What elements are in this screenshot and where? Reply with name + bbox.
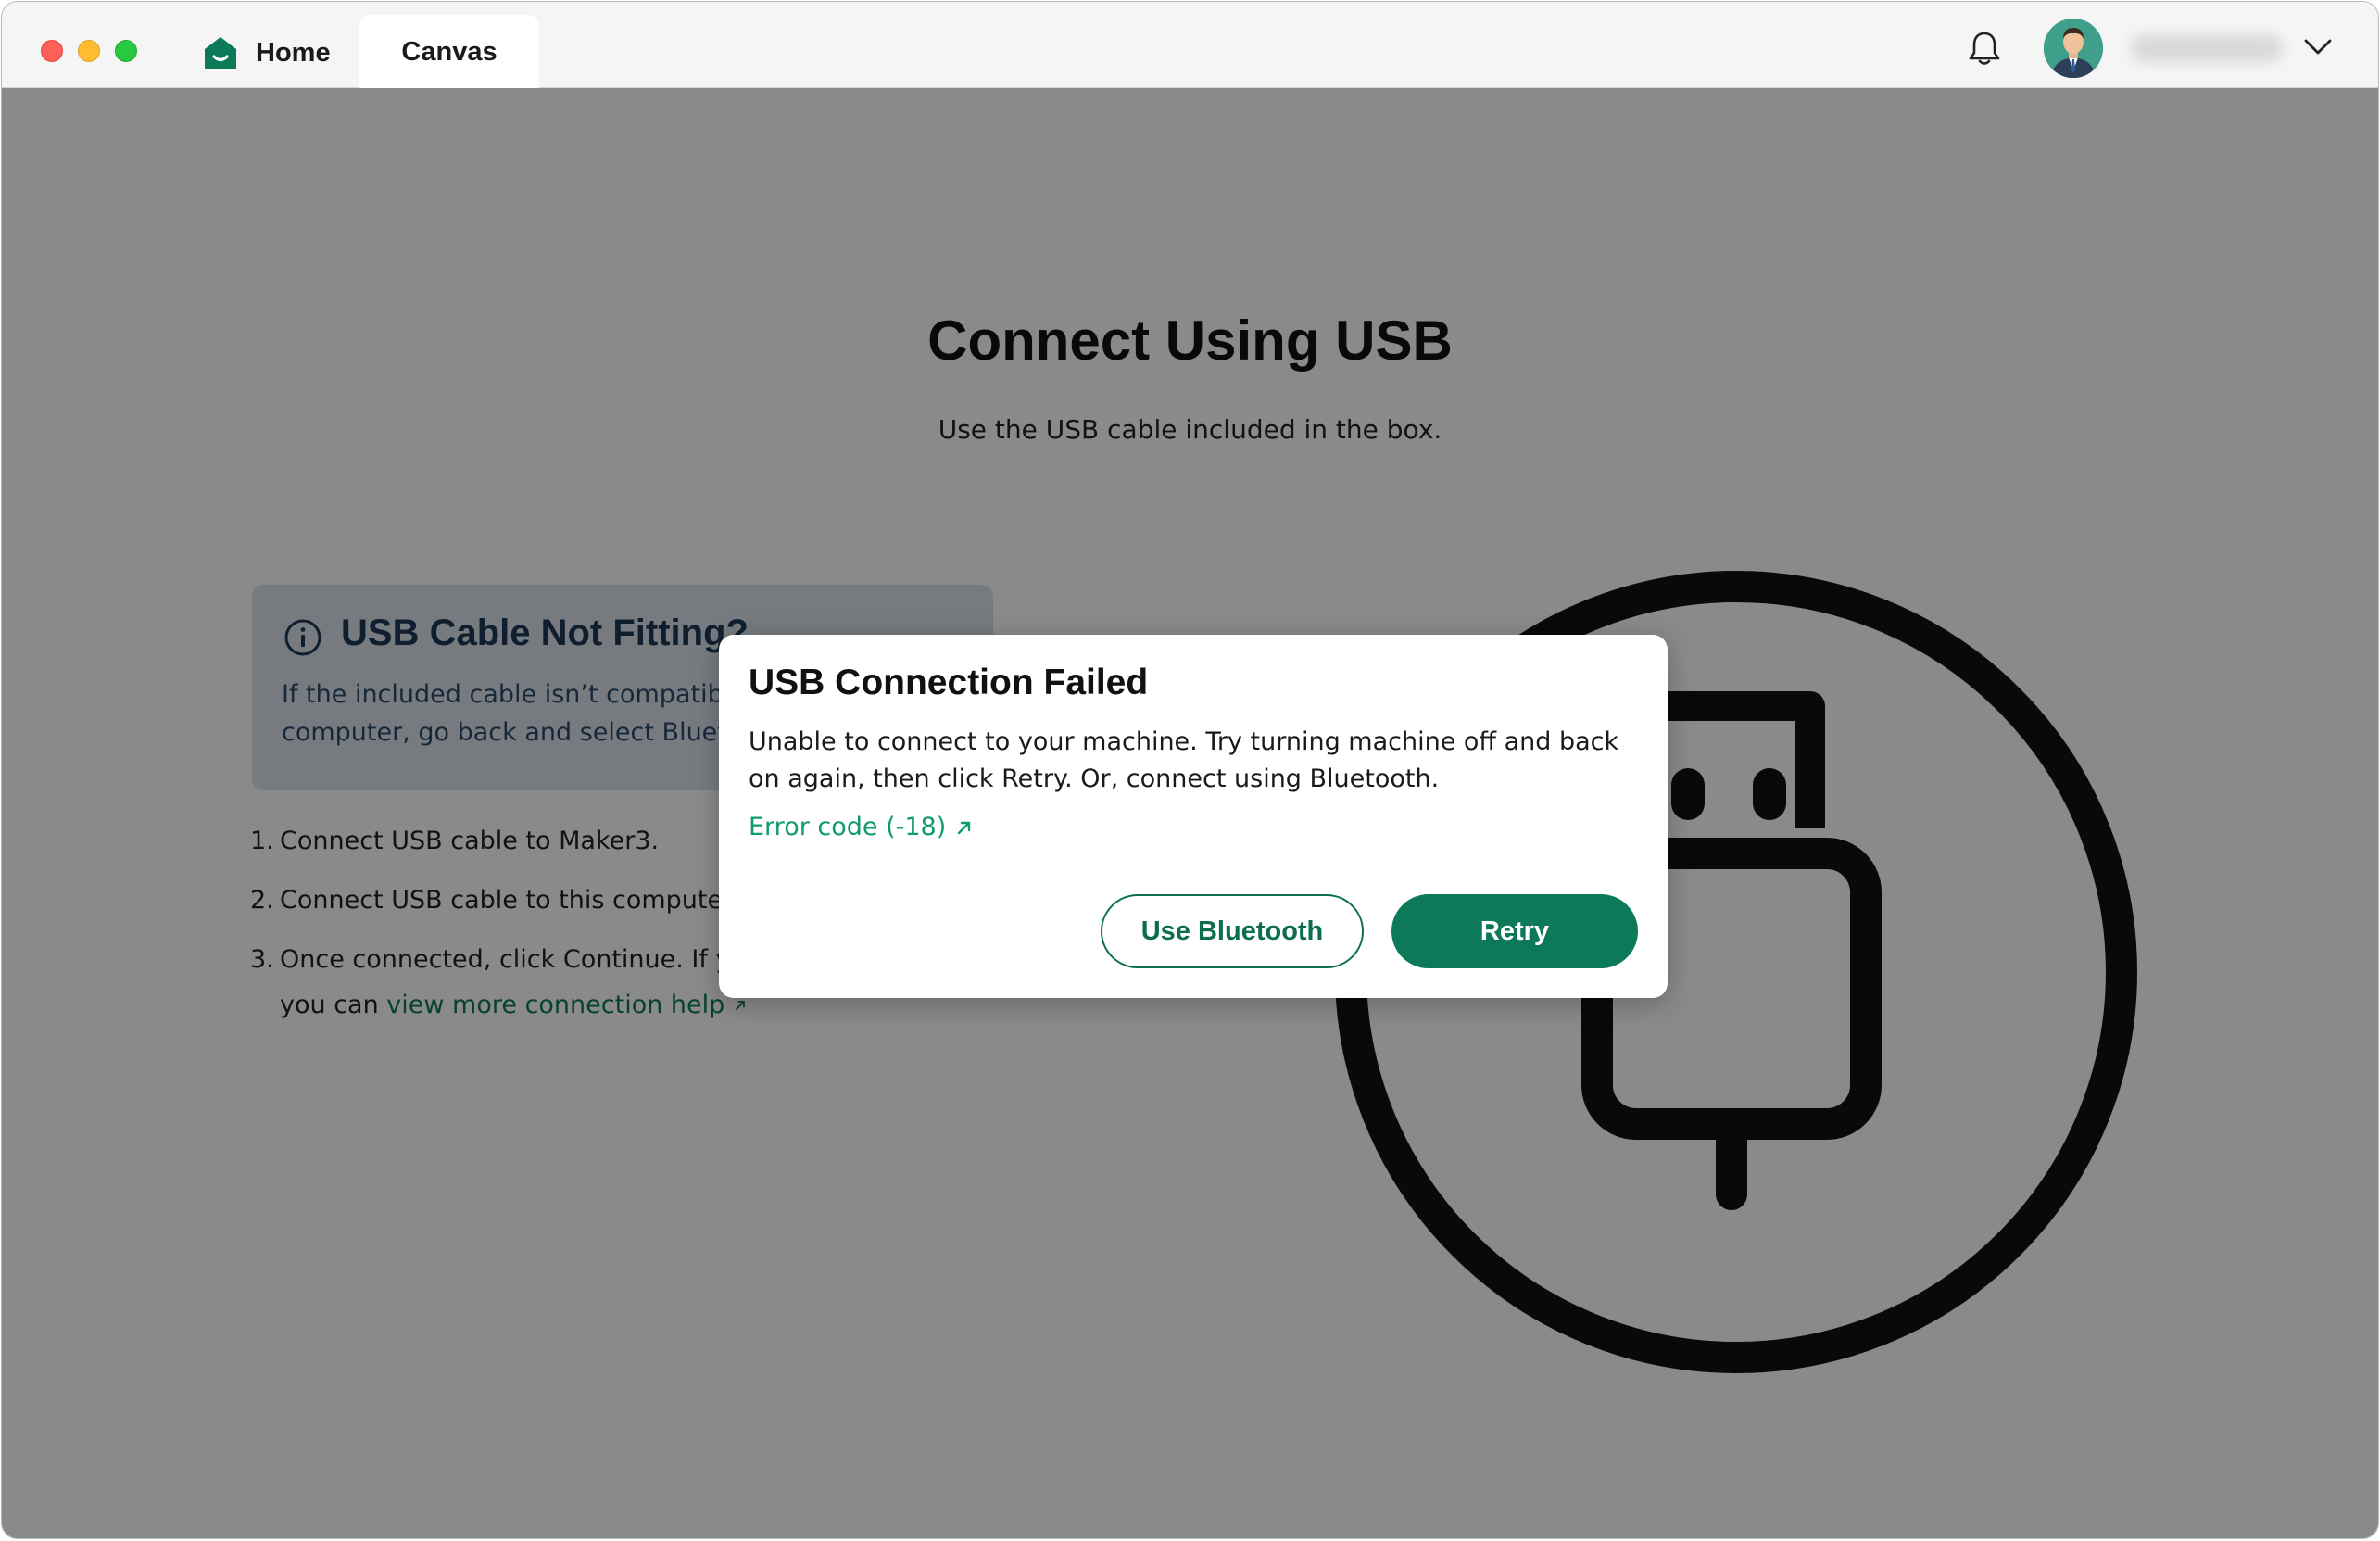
app-window: Home Canvas Connect Using USB Use the US… [1,1,2379,1539]
tab-canvas[interactable]: Canvas [359,15,539,89]
user-avatar-icon [2044,19,2103,78]
external-link-icon [958,821,971,834]
chevron-down-icon[interactable] [2303,37,2333,57]
retry-button[interactable]: Retry [1391,894,1638,968]
title-bar: Home Canvas [2,2,2378,89]
usb-failed-dialog: USB Connection Failed Unable to connect … [719,635,1668,998]
tab-home-label: Home [256,37,331,68]
dialog-message: Unable to connect to your machine. Try t… [749,727,1619,793]
close-window-button[interactable] [41,40,63,62]
dialog-title: USB Connection Failed [749,663,1149,702]
username-blurred[interactable] [2131,33,2283,63]
minimize-window-button[interactable] [78,40,100,62]
tab-home[interactable]: Home [196,19,359,87]
tab-canvas-label: Canvas [401,36,497,67]
error-code-link[interactable]: Error code (-18) [749,813,974,841]
home-icon [205,37,236,69]
maximize-window-button[interactable] [115,40,137,62]
error-code-label: Error code (-18) [749,813,947,841]
avatar[interactable] [2044,19,2103,78]
bell-icon[interactable] [1968,30,2001,67]
use-bluetooth-button[interactable]: Use Bluetooth [1101,894,1364,968]
